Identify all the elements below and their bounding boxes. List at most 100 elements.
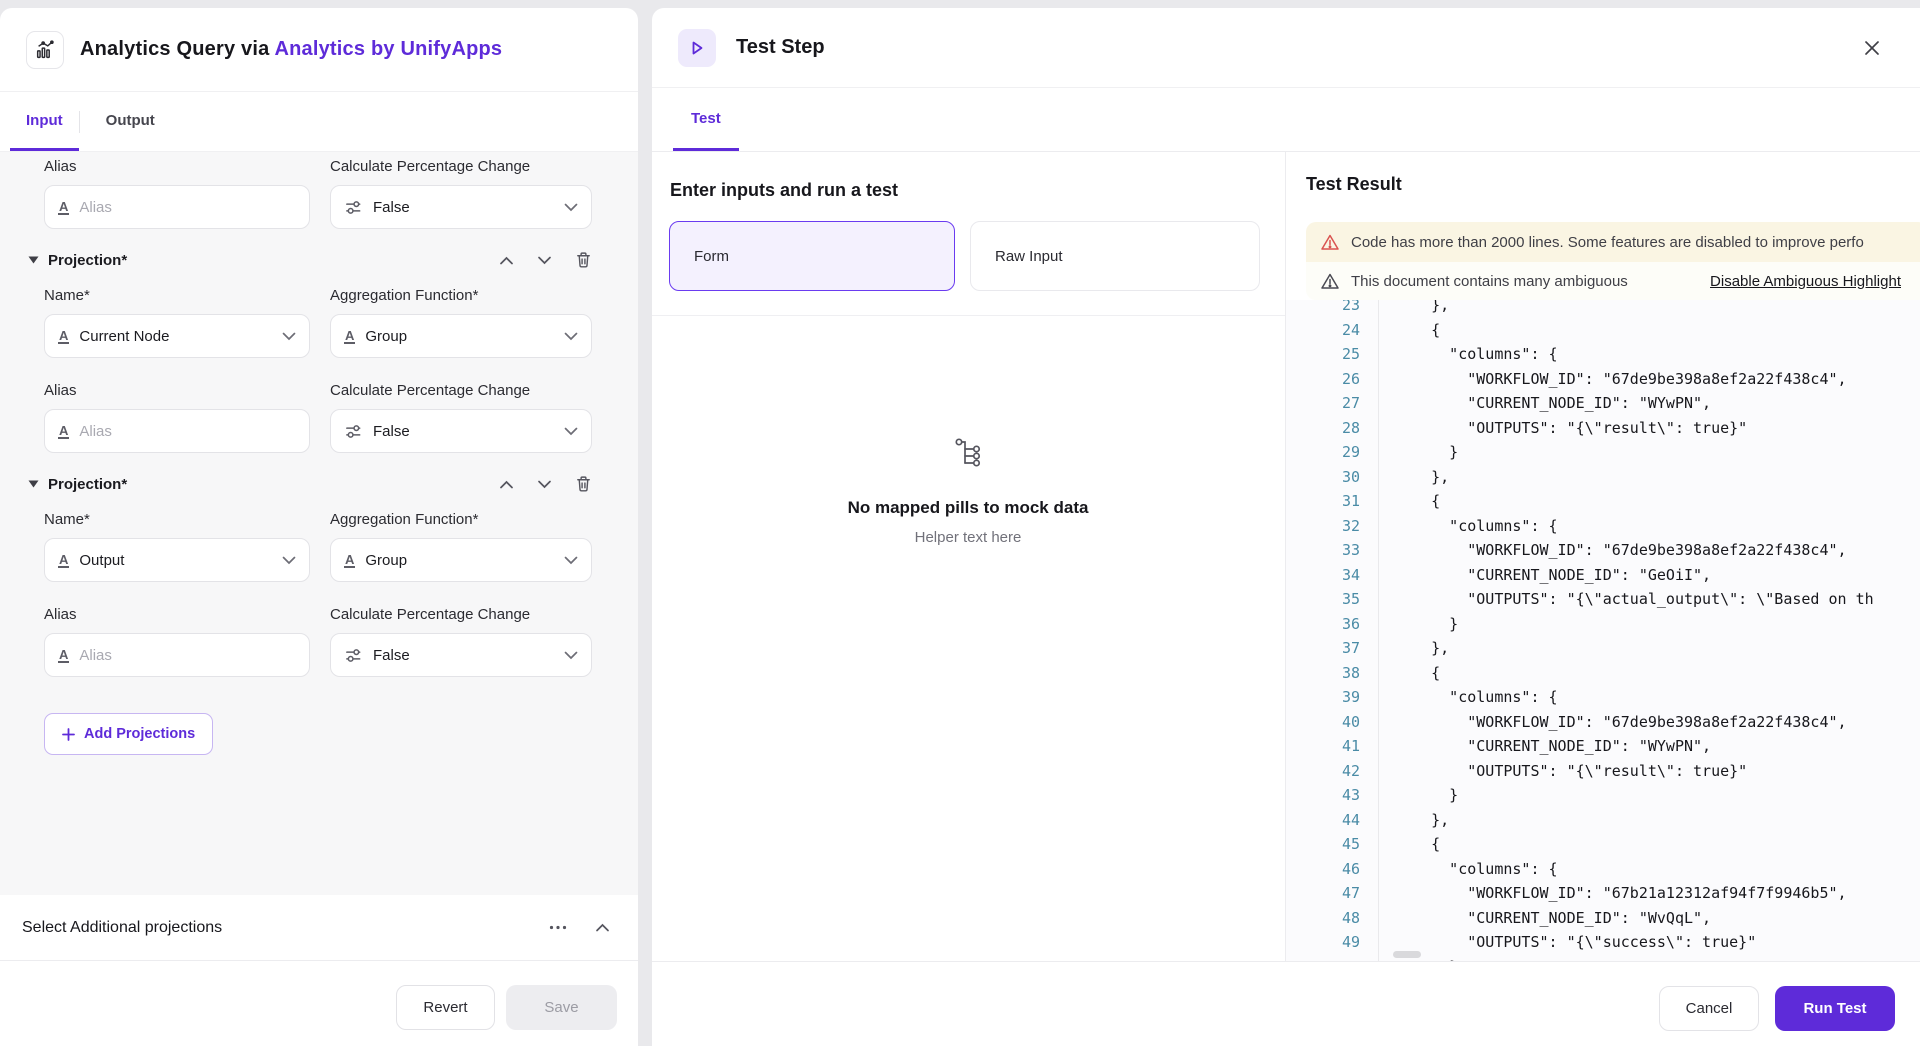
aggregation-field: Aggregation Function* A Group [330, 285, 592, 358]
alias-input[interactable]: A Alias [44, 185, 310, 229]
app-name-link[interactable]: Analytics by UnifyApps [274, 38, 502, 60]
code-editor[interactable]: 23 },24 {25 "columns": {26 "WORKFLOW_ID"… [1286, 300, 1920, 961]
name-value: Output [79, 552, 124, 569]
aggregation-field: Aggregation Function* A Group [330, 509, 592, 582]
line-number: 45 [1286, 832, 1360, 857]
add-projections-button[interactable]: Add Projections [44, 713, 213, 755]
name-select[interactable]: A Output [44, 538, 310, 582]
line-number: 33 [1286, 538, 1360, 563]
alias-label: Alias [44, 380, 259, 402]
line-number: 44 [1286, 808, 1360, 833]
code-lines: 23 },24 {25 "columns": {26 "WORKFLOW_ID"… [1286, 300, 1920, 961]
move-down-button[interactable] [537, 480, 552, 489]
code-line: 27 "CURRENT_NODE_ID": "WYwPN", [1286, 391, 1920, 416]
line-number: 42 [1286, 759, 1360, 784]
alias-input[interactable]: A Alias [44, 409, 310, 453]
save-button[interactable]: Save [506, 985, 617, 1030]
test-footer: Cancel Run Test [652, 961, 1920, 1046]
line-number: 43 [1286, 783, 1360, 808]
run-test-button[interactable]: Run Test [1775, 986, 1895, 1031]
line-text: } [1360, 783, 1458, 808]
line-text: "OUTPUTS": "{\"result\": true}" [1360, 759, 1747, 784]
aggregation-value: Group [365, 328, 407, 345]
line-number: 23 [1286, 300, 1360, 318]
line-text: }, [1360, 808, 1449, 833]
line-text: "WORKFLOW_ID": "67b21a12312af94f7f9946b5… [1360, 881, 1847, 906]
revert-button[interactable]: Revert [396, 985, 495, 1030]
close-icon[interactable] [1858, 34, 1886, 62]
calc-field: Calculate Percentage Change False [330, 604, 592, 677]
line-number: 25 [1286, 342, 1360, 367]
code-line: 32 "columns": { [1286, 514, 1920, 539]
code-line: 46 "columns": { [1286, 857, 1920, 882]
line-number: 27 [1286, 391, 1360, 416]
move-down-button[interactable] [537, 256, 552, 265]
line-number: 30 [1286, 465, 1360, 490]
additional-projections-label: Select Additional projections [22, 919, 222, 937]
test-input-pane: Enter inputs and run a test Form Raw Inp… [652, 152, 1286, 961]
line-number: 35 [1286, 587, 1360, 612]
collapse-caret-icon[interactable] [28, 256, 39, 264]
tab-output[interactable]: Output [90, 92, 171, 151]
test-step-panel: Test Step Test Enter inputs and run a te… [652, 8, 1920, 1046]
aggregation-select[interactable]: A Group [330, 538, 592, 582]
cancel-button[interactable]: Cancel [1659, 986, 1759, 1031]
move-up-button[interactable] [499, 480, 514, 489]
text-format-icon: A [58, 200, 69, 215]
line-number: 37 [1286, 636, 1360, 661]
line-number: 41 [1286, 734, 1360, 759]
alias-label: Alias [44, 156, 259, 178]
text-format-icon: A [58, 553, 69, 568]
aggregation-select[interactable]: A Group [330, 314, 592, 358]
line-text: } [1360, 440, 1458, 465]
test-result-pane: Test Result Code has more than 2000 line… [1286, 152, 1920, 961]
name-select[interactable]: A Current Node [44, 314, 310, 358]
calc-select[interactable]: False [330, 633, 592, 677]
chevron-down-icon [564, 427, 578, 436]
add-projections-label: Add Projections [84, 726, 195, 742]
tab-test[interactable]: Test [673, 88, 739, 151]
move-up-button[interactable] [499, 256, 514, 265]
ambiguous-warning-text: This document contains many ambiguous [1351, 273, 1699, 290]
disable-highlight-link[interactable]: Disable Ambiguous Highlight [1710, 273, 1901, 290]
code-line: 42 "OUTPUTS": "{\"result\": true}" [1286, 759, 1920, 784]
code-line: 23 }, [1286, 300, 1920, 318]
calc-select[interactable]: False [330, 409, 592, 453]
horizontal-scrollbar[interactable] [1393, 951, 1421, 958]
additional-projections-row[interactable]: Select Additional projections [0, 895, 638, 961]
delete-projection-button[interactable] [575, 251, 592, 269]
line-number: 38 [1286, 661, 1360, 686]
analytics-app-icon [26, 31, 64, 69]
text-format-icon: A [344, 329, 355, 344]
alias-input[interactable]: A Alias [44, 633, 310, 677]
text-format-icon: A [58, 329, 69, 344]
alias-placeholder: Alias [79, 647, 112, 664]
name-field: Name* A Current Node [44, 285, 310, 358]
name-label: Name* [44, 285, 259, 307]
line-text: }, [1360, 300, 1449, 318]
field-row: Alias A Alias Calculate Percentage Chang… [44, 156, 614, 229]
calc-value: False [373, 199, 410, 216]
line-number: 40 [1286, 710, 1360, 735]
tab-input[interactable]: Input [10, 92, 79, 151]
chevron-down-icon [564, 556, 578, 565]
alias-placeholder: Alias [79, 423, 112, 440]
mode-form-button[interactable]: Form [669, 221, 955, 291]
code-line: 28 "OUTPUTS": "{\"result\": true}" [1286, 416, 1920, 441]
code-line: 37 }, [1286, 636, 1920, 661]
input-pane-divider [652, 315, 1285, 316]
delete-projection-button[interactable] [575, 475, 592, 493]
calc-select[interactable]: False [330, 185, 592, 229]
field-row: Alias A Alias Calculate Percentage Chang… [44, 604, 614, 677]
mode-raw-input-button[interactable]: Raw Input [970, 221, 1260, 291]
test-step-header: Test Step [652, 8, 1920, 88]
field-row: Name* A Output Aggregation Function* A G… [44, 509, 614, 582]
line-number: 50 [1286, 955, 1360, 962]
collapse-section-icon[interactable] [595, 923, 610, 932]
alias-field: Alias A Alias [44, 380, 310, 453]
code-line: 38 { [1286, 661, 1920, 686]
collapse-caret-icon[interactable] [28, 480, 39, 488]
more-options-icon[interactable] [549, 925, 567, 930]
line-number: 39 [1286, 685, 1360, 710]
calc-label: Calculate Percentage Change [330, 380, 545, 402]
